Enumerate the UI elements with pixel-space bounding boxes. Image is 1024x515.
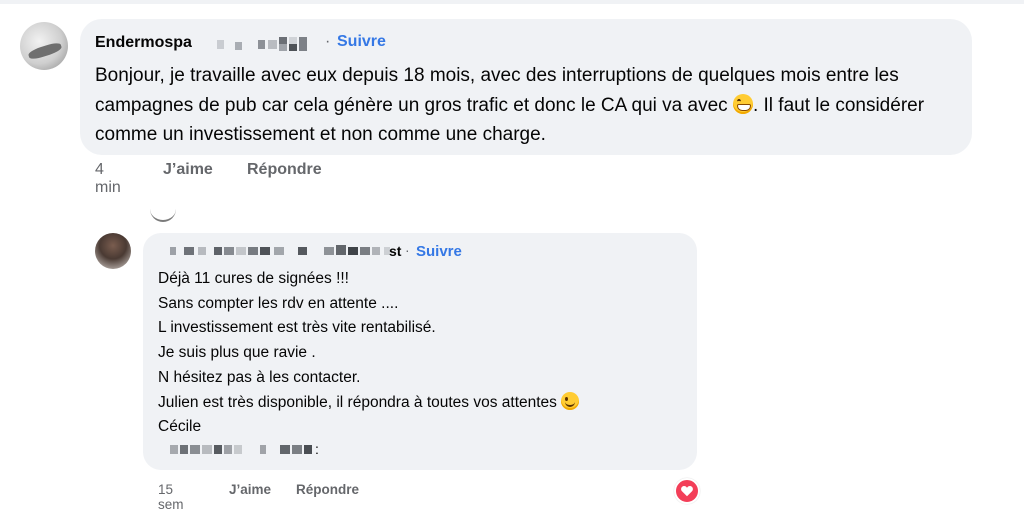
follow-button[interactable]: Suivre [337,33,386,51]
comment-author[interactable]: Endermospa [95,34,192,52]
reply-bubble: st · Suivre Déjà 11 cures de signées !!!… [143,233,697,470]
pixelated-signature [170,445,312,454]
heart-glyph [681,485,693,497]
like-button[interactable]: J’aime [163,161,213,179]
love-heart-icon[interactable] [674,478,700,504]
comment-bubble: Endermospa · Suivre Bonjour, je travaill… [80,19,972,155]
comment-timestamp[interactable]: 4 min [95,161,121,197]
top-divider [0,0,1024,4]
thread-connector [150,206,176,222]
follow-button[interactable]: Suivre [416,243,462,260]
reply-line-with-emoji: Julien est très disponible, il répondra … [158,391,688,416]
reply-line: L investissement est très vite rentabili… [158,319,436,337]
separator-dot: · [325,33,331,50]
grinning-face-icon [732,93,753,114]
reply-text: Déjà 11 cures de signées !!! Sans compte… [158,267,688,440]
separator-dot: · [405,242,410,258]
signature-end: : [315,441,319,457]
reply-line: Sans compter les rdv en attente .... [158,294,399,312]
reply-timestamp[interactable]: 15 sem [158,482,184,512]
reply-line: Déjà 11 cures de signées !!! [158,270,349,287]
reply-button[interactable]: Répondre [247,161,322,179]
reply-line: N hésitez pas à les contacter. [158,368,361,386]
pixelated-name [217,37,307,51]
winking-face-icon [561,391,580,410]
reply-line: Cécile [158,418,202,436]
reply-author-suffix[interactable]: st [389,243,401,259]
reply-line: Julien est très disponible, il répondra … [158,393,557,411]
reply-line: Je suis plus que ravie . [158,344,316,362]
pixelated-name [170,245,390,255]
like-button[interactable]: J’aime [229,482,271,497]
avatar[interactable] [95,233,131,269]
comment-text: Bonjour, je travaille avec eux depuis 18… [95,61,965,150]
reply-button[interactable]: Répondre [296,482,359,497]
avatar[interactable] [20,22,68,70]
